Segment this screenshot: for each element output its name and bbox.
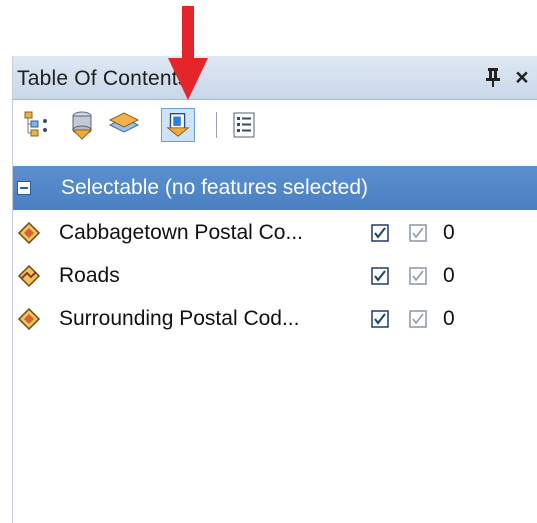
red-pointer-arrow-icon bbox=[168, 6, 208, 100]
layer-stack-icon[interactable] bbox=[107, 108, 141, 142]
layer-name: Surrounding Postal Cod... bbox=[59, 307, 300, 330]
selected-features-checkbox-icon[interactable] bbox=[409, 310, 427, 328]
selected-count: 0 bbox=[443, 307, 455, 330]
close-button[interactable]: × bbox=[510, 64, 534, 90]
screenshot-stage: Table Of Contents × Selectable (no featu… bbox=[0, 0, 537, 523]
options-list-icon[interactable] bbox=[227, 108, 261, 142]
selected-count: 0 bbox=[443, 221, 455, 244]
polygon-layer-icon bbox=[17, 221, 41, 245]
selection-layer-icon[interactable] bbox=[161, 108, 195, 142]
pin-icon[interactable] bbox=[484, 65, 502, 89]
table-of-contents-panel: Table Of Contents × Selectable (no featu… bbox=[12, 56, 537, 523]
selected-features-checkbox-icon[interactable] bbox=[409, 267, 427, 285]
selected-count: 0 bbox=[443, 264, 455, 287]
panel-title: Table Of Contents bbox=[17, 67, 189, 90]
layer-row-surrounding[interactable]: Surrounding Postal Cod... 0 bbox=[13, 299, 537, 339]
polygon-layer-icon bbox=[17, 307, 41, 331]
selected-features-checkbox-icon[interactable] bbox=[409, 224, 427, 242]
layer-name: Roads bbox=[59, 264, 120, 287]
layer-row-cabbagetown[interactable]: Cabbagetown Postal Co... 0 bbox=[13, 213, 537, 253]
line-layer-icon bbox=[17, 264, 41, 288]
selectable-checkbox-icon[interactable] bbox=[371, 267, 389, 285]
group-label: Selectable (no features selected) bbox=[61, 176, 369, 199]
collapse-icon[interactable] bbox=[17, 181, 31, 195]
panel-titlebar: Table Of Contents × bbox=[13, 56, 537, 100]
layers-tree-icon[interactable] bbox=[21, 108, 55, 142]
selectable-checkbox-icon[interactable] bbox=[371, 224, 389, 242]
toc-toolbar bbox=[13, 100, 537, 154]
database-icon[interactable] bbox=[65, 108, 99, 142]
toolbar-separator bbox=[216, 112, 217, 138]
layer-name: Cabbagetown Postal Co... bbox=[59, 221, 303, 244]
selectable-checkbox-icon[interactable] bbox=[371, 310, 389, 328]
selectable-group-header[interactable]: Selectable (no features selected) bbox=[13, 166, 537, 210]
layer-row-roads[interactable]: Roads 0 bbox=[13, 256, 537, 296]
